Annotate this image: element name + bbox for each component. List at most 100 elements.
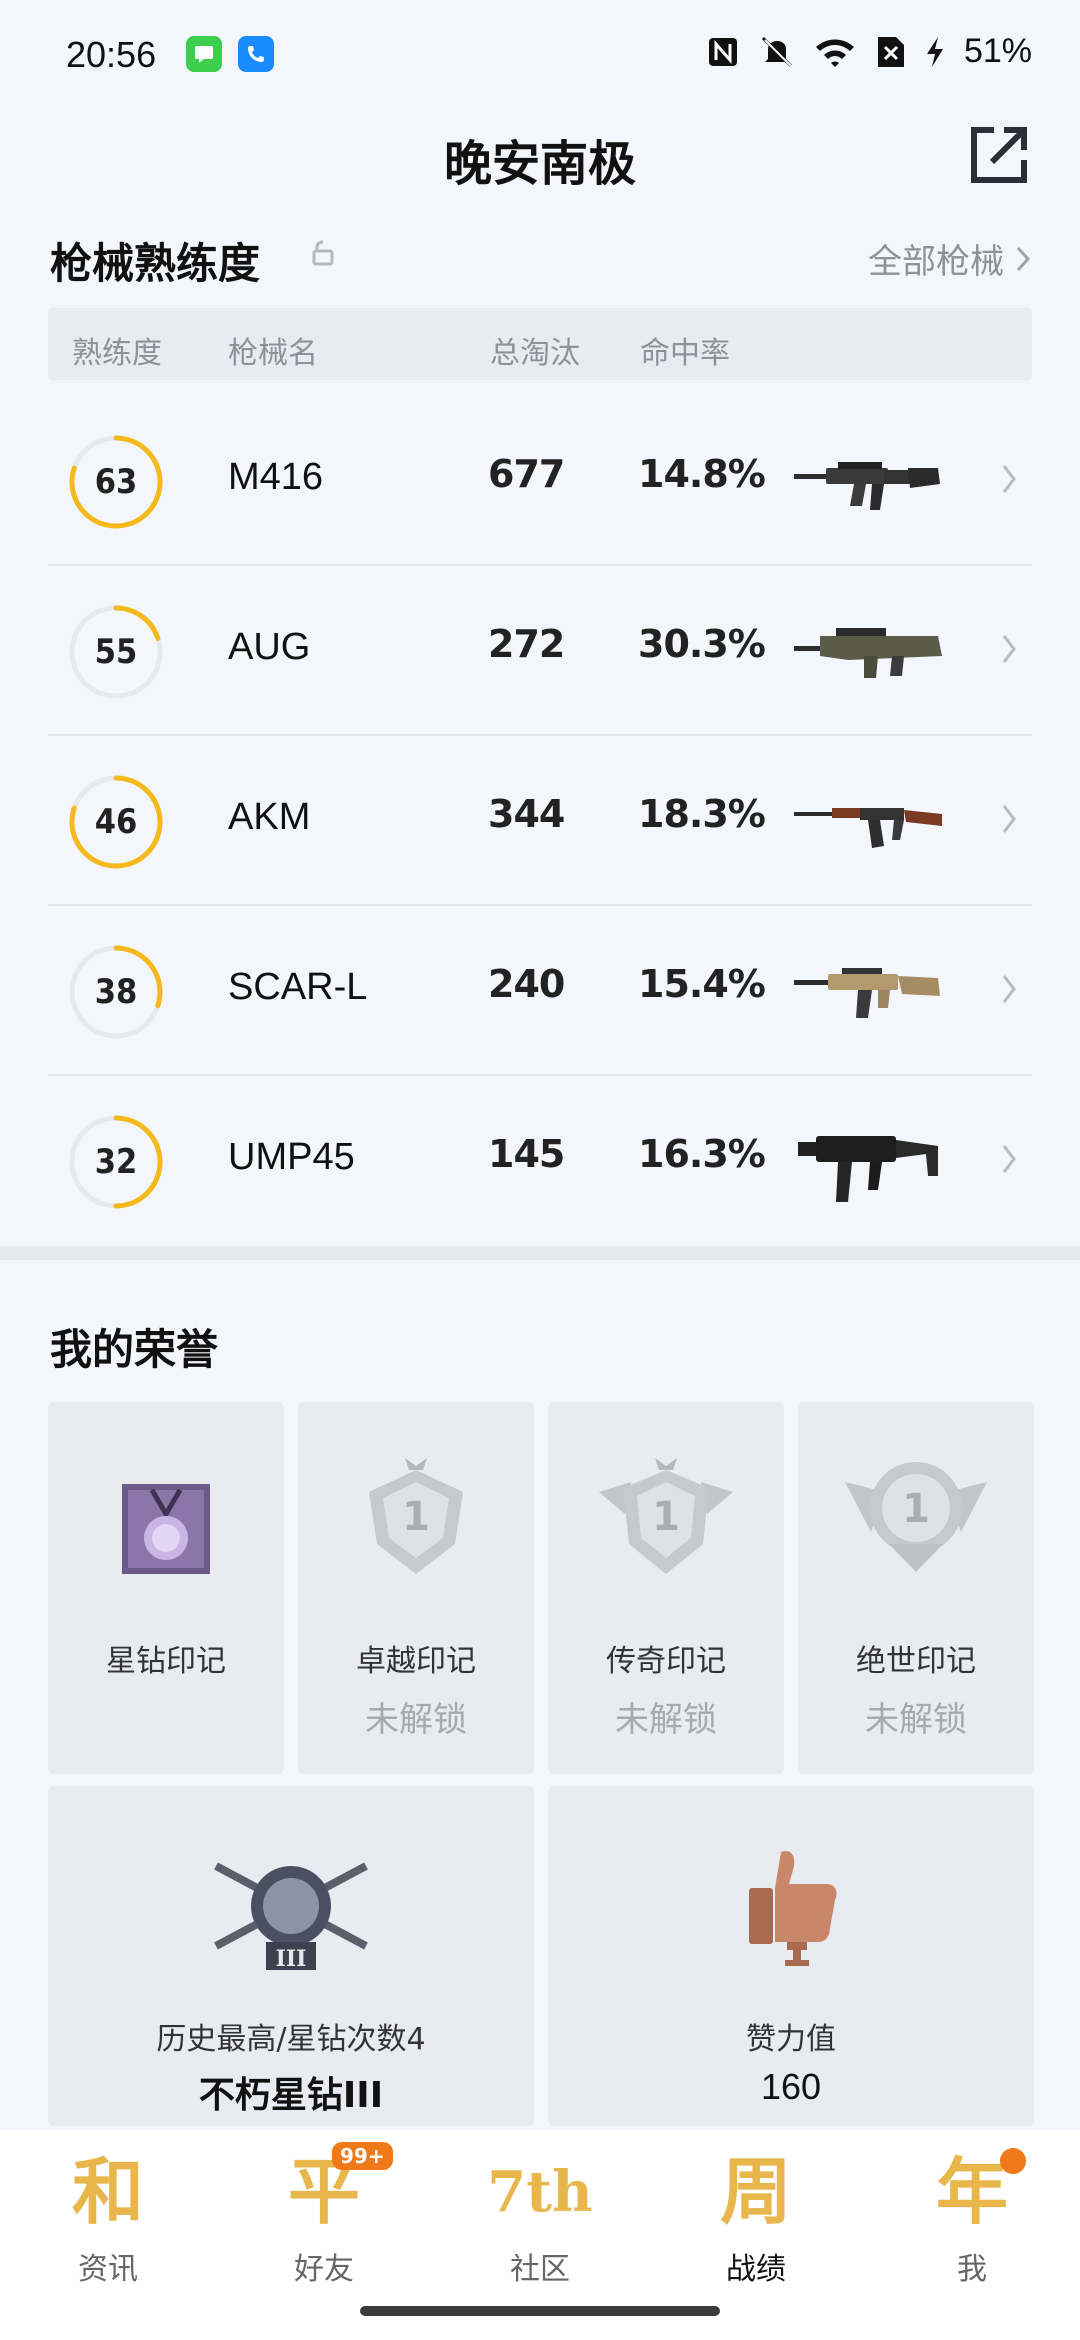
- notification-dot: [1000, 2148, 1026, 2174]
- chevron-right-icon: [1002, 465, 1016, 493]
- nav-label: 战绩: [726, 2252, 786, 2287]
- community-nav-icon: 7th: [487, 2159, 593, 2225]
- wifi-icon: [815, 39, 854, 67]
- mastery-level: 46: [94, 802, 138, 842]
- mastery-level: 32: [94, 1142, 138, 1182]
- weapon-row[interactable]: 63 M416 677 14.8%: [48, 396, 1032, 566]
- weapon-hit-rate: 14.8%: [638, 452, 766, 496]
- col-mastery: 熟练度: [72, 336, 162, 371]
- weapon-hit-rate: 16.3%: [638, 1132, 766, 1176]
- weapon-kills: 344: [488, 792, 565, 836]
- honor-badge-card[interactable]: 1 绝世印记 未解锁: [798, 1402, 1034, 1774]
- mastery-level: 63: [94, 462, 138, 502]
- highest-rank-value: 不朽星钻III: [198, 2075, 384, 2116]
- phone-app-icon: [238, 36, 274, 72]
- messages-app-icon: [186, 36, 222, 72]
- weapon-kills: 145: [488, 1132, 565, 1176]
- col-weapon-name: 枪械名: [228, 336, 318, 371]
- honor-badge-card[interactable]: 星钻印记: [48, 1402, 284, 1774]
- honor-badge-status: 未解锁: [865, 1700, 967, 1740]
- honor-badge-status: 未解锁: [615, 1700, 717, 1740]
- aug-rifle-image: [794, 628, 942, 678]
- lock-icon[interactable]: [310, 240, 336, 266]
- records-nav-icon: 周: [719, 2149, 792, 2234]
- section-divider: [0, 1246, 1080, 1260]
- m416-rifle-image: [794, 462, 940, 510]
- weapon-row[interactable]: 46 AKM 344 18.3%: [48, 736, 1032, 906]
- weapon-name: AKM: [228, 796, 311, 838]
- nav-community[interactable]: 7th 社区: [470, 2142, 610, 2292]
- nav-label: 社区: [510, 2252, 570, 2287]
- star-diamond-badge-icon: [122, 1484, 210, 1574]
- legend-badge-icon: 1: [599, 1458, 733, 1574]
- honor-badge-card[interactable]: 1 卓越印记 未解锁: [298, 1402, 534, 1774]
- chevron-right-icon: [1016, 246, 1031, 271]
- weapon-kills: 240: [488, 962, 565, 1006]
- all-weapons-link[interactable]: 全部枪械: [868, 234, 1032, 283]
- share-icon[interactable]: [966, 122, 1032, 188]
- honor-badge-label: 卓越印记: [356, 1644, 476, 1679]
- nav-me[interactable]: 年 我: [902, 2142, 1042, 2292]
- nav-friends[interactable]: 平 99+ 好友: [254, 2142, 394, 2292]
- weapon-row[interactable]: 38 SCAR-L 240 15.4%: [48, 906, 1032, 1076]
- chevron-right-icon: [1002, 805, 1016, 833]
- weapon-hit-rate: 15.4%: [638, 962, 766, 1006]
- weapon-hit-rate: 18.3%: [638, 792, 766, 836]
- mastery-level: 55: [94, 632, 138, 672]
- excellence-badge-icon: 1: [369, 1458, 463, 1574]
- likes-card[interactable]: 赞力值 160: [548, 1786, 1034, 2126]
- status-bar: 20:56 51%: [0, 0, 1080, 110]
- weapon-name: M416: [228, 456, 324, 498]
- honor-badge-label: 星钻印记: [106, 1644, 226, 1679]
- svg-text:1: 1: [902, 1486, 930, 1532]
- svg-text:1: 1: [652, 1494, 680, 1540]
- chevron-right-icon: [1002, 635, 1016, 663]
- honor-badge-status: 未解锁: [365, 1700, 467, 1740]
- highest-rank-label: 历史最高/星钻次数4: [156, 2022, 426, 2057]
- nav-news[interactable]: 和 资讯: [38, 2142, 178, 2292]
- thumbs-up-icon: [749, 1850, 837, 1966]
- likes-label: 赞力值: [746, 2022, 836, 2057]
- weapon-table-header: 熟练度 枪械名 总淘汰 命中率: [48, 308, 1032, 380]
- svg-text:III: III: [276, 1946, 307, 1972]
- page-title: 晚安南极: [443, 136, 636, 192]
- likes-value: 160: [760, 2066, 822, 2107]
- honor-badge-label: 传奇印记: [606, 1644, 726, 1679]
- highest-rank-card[interactable]: III 历史最高/星钻次数4 不朽星钻III: [48, 1786, 534, 2126]
- nav-label: 好友: [294, 2252, 354, 2287]
- status-time: 20:56: [66, 34, 157, 75]
- weapon-kills: 272: [488, 622, 565, 666]
- weapon-hit-rate: 30.3%: [638, 622, 766, 666]
- honor-section-title: 我的荣誉: [50, 1325, 219, 1374]
- home-indicator[interactable]: [360, 2306, 720, 2316]
- unread-badge: 99+: [332, 2142, 393, 2170]
- weapon-kills: 677: [488, 452, 565, 496]
- nav-label: 资讯: [78, 2252, 138, 2287]
- peerless-badge-icon: 1: [845, 1462, 987, 1572]
- battery-percent: 51%: [963, 32, 1032, 70]
- nav-label: 我: [957, 2252, 987, 2287]
- nfc-icon: [708, 37, 737, 66]
- news-nav-icon: 和: [71, 2149, 144, 2234]
- col-hit-rate: 命中率: [640, 336, 730, 371]
- mute-icon: [761, 36, 794, 69]
- mastery-level: 38: [94, 972, 138, 1012]
- immortal-diamond-rank-icon: III: [214, 1862, 368, 1972]
- nav-records[interactable]: 周 战绩: [686, 2142, 826, 2292]
- honor-badge-label: 绝世印记: [856, 1644, 976, 1679]
- all-weapons-label: 全部枪械: [868, 242, 1004, 282]
- honor-badge-card[interactable]: 1 传奇印记 未解锁: [548, 1402, 784, 1774]
- weapon-section-title: 枪械熟练度: [50, 239, 261, 288]
- weapon-name: UMP45: [228, 1136, 355, 1178]
- chevron-right-icon: [1002, 975, 1016, 1003]
- weapon-name: AUG: [228, 626, 311, 668]
- weapon-row[interactable]: 55 AUG 272 30.3%: [48, 566, 1032, 736]
- weapon-row[interactable]: 32 UMP45 145 16.3%: [48, 1076, 1032, 1246]
- charging-icon: [926, 36, 943, 67]
- scar-l-rifle-image: [794, 968, 940, 1018]
- weapon-name: SCAR-L: [228, 966, 368, 1008]
- akm-rifle-image: [794, 808, 942, 848]
- col-total-kills: 总淘汰: [490, 336, 580, 371]
- no-sim-icon: [877, 36, 904, 67]
- ump45-smg-image: [798, 1136, 938, 1202]
